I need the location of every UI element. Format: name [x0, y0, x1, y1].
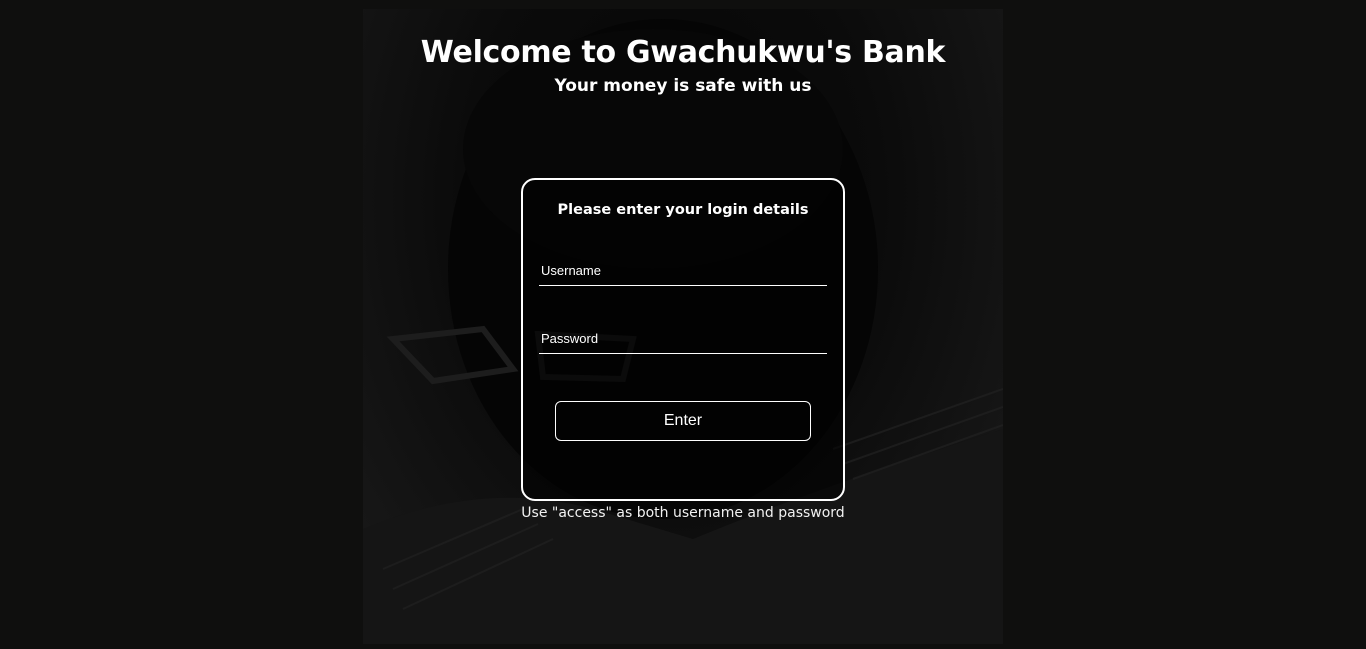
password-field-wrapper	[539, 323, 827, 354]
username-input[interactable]	[539, 255, 827, 285]
page: Welcome to Gwachukwu's Bank Your money i…	[0, 0, 1366, 649]
enter-button[interactable]: Enter	[555, 401, 811, 441]
username-field-wrapper	[539, 255, 827, 286]
password-input[interactable]	[539, 323, 827, 353]
login-hint: Use "access" as both username and passwo…	[521, 505, 845, 521]
page-title: Welcome to Gwachukwu's Bank	[420, 35, 946, 70]
login-form: Please enter your login details Enter	[521, 178, 845, 501]
login-heading: Please enter your login details	[557, 202, 809, 218]
page-subtitle: Your money is safe with us	[554, 76, 812, 96]
